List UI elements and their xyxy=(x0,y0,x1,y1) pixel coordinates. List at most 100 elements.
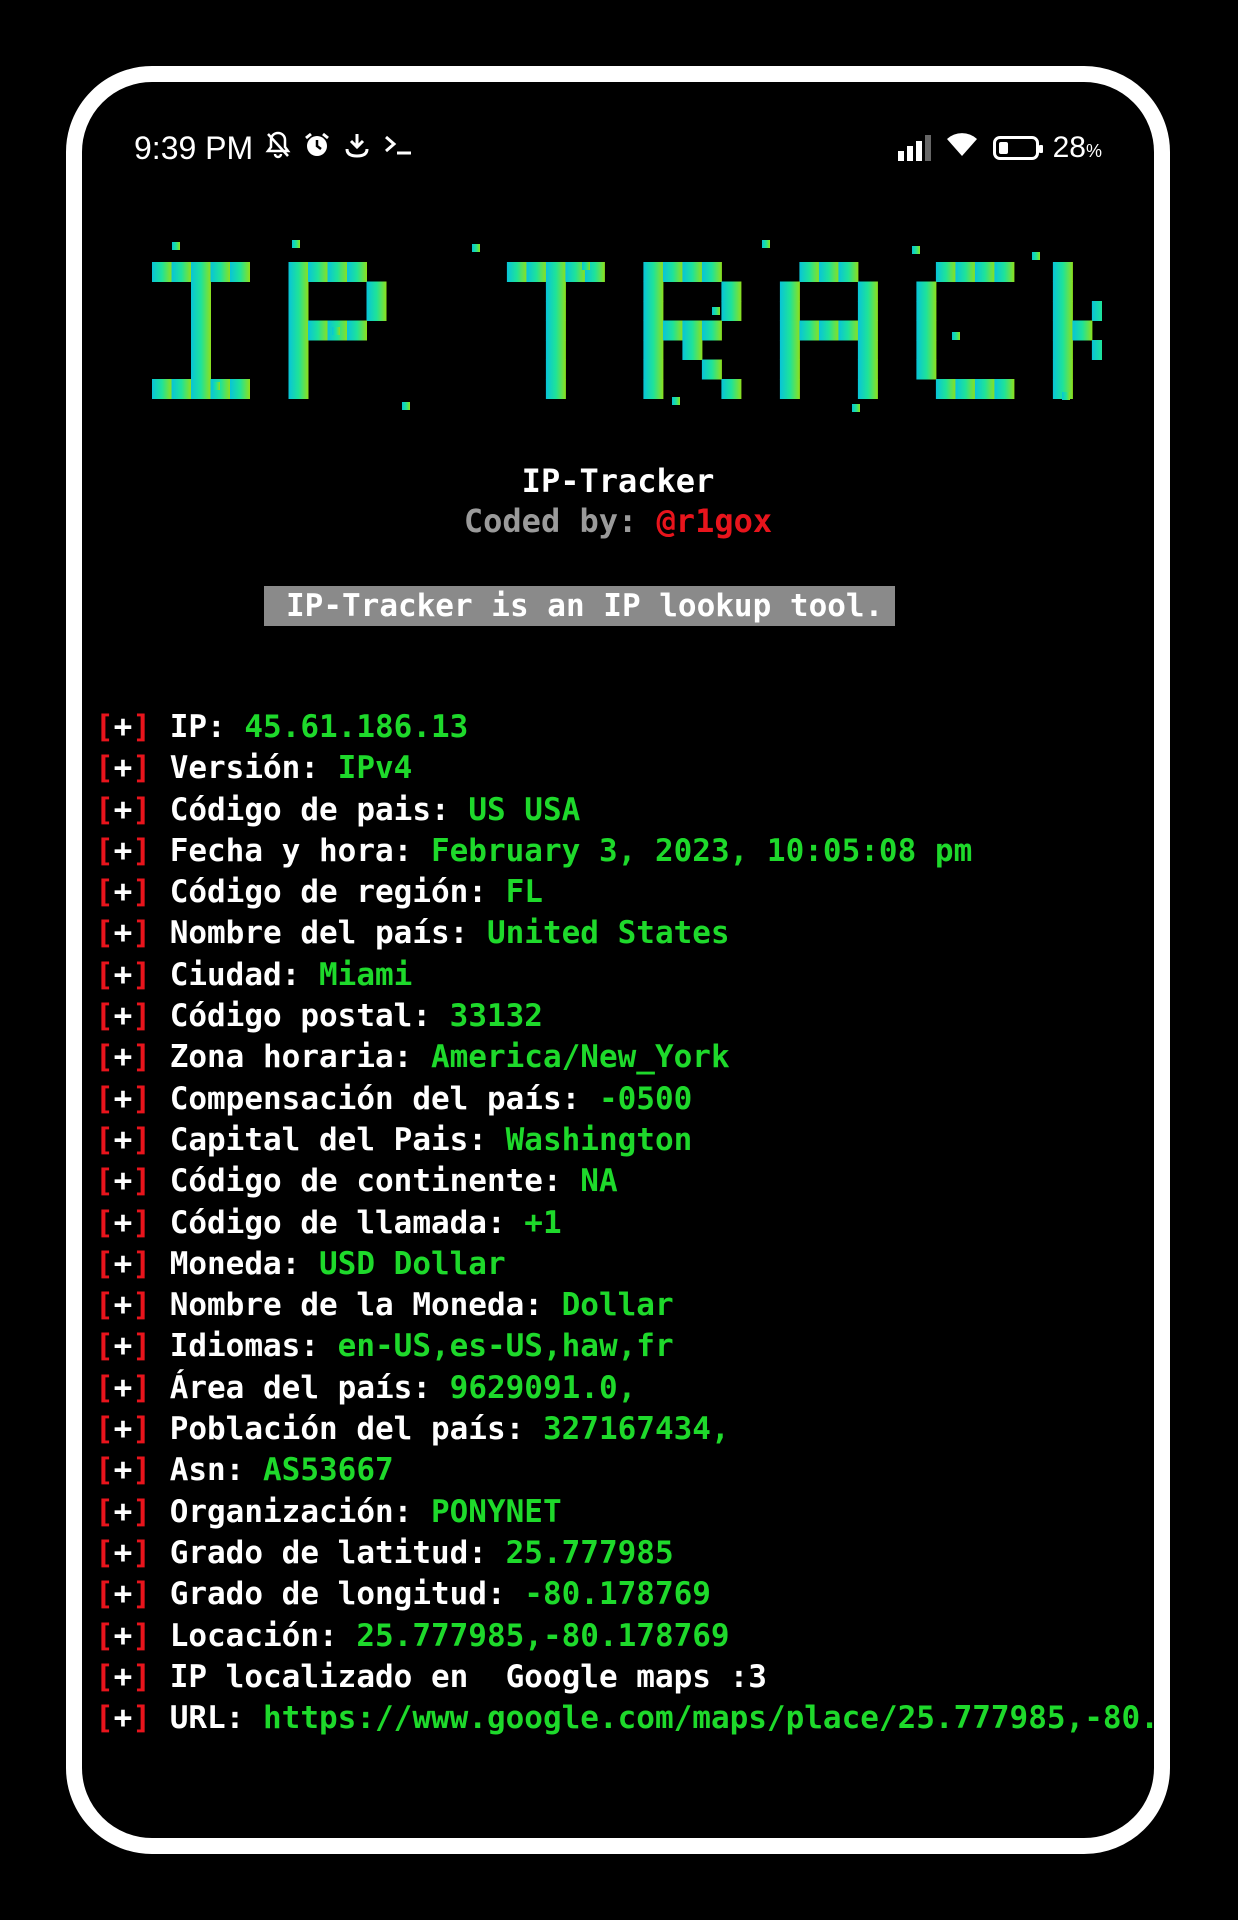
result-label: Nombre del país: xyxy=(169,915,487,952)
tagline: IP-Tracker is an IP lookup tool. xyxy=(264,586,896,626)
status-bar: 9:39 PM 28% xyxy=(82,118,1154,178)
lookup-results: [+] IP: 45.61.186.13 [+] Versión: IPv4 [+]… xyxy=(95,707,1154,1739)
credit-line: Coded by: @r1gox xyxy=(82,502,1154,540)
bullet-bracket-close: ] xyxy=(132,1493,152,1530)
bullet-bracket-open: [ xyxy=(95,998,114,1035)
result-line: [+] Código de continente: NA xyxy=(95,1161,1154,1202)
bullet-bracket-close: ] xyxy=(132,1245,152,1282)
signal-icon xyxy=(897,134,931,161)
bullet-bracket-open: [ xyxy=(95,1576,114,1613)
bullet-bracket-open: [ xyxy=(95,1204,114,1241)
bullet-bracket-open: [ xyxy=(95,874,114,911)
bullet-plus: + xyxy=(113,1534,133,1571)
logo-sparkle xyxy=(172,242,180,250)
result-label: Población del país: xyxy=(169,1411,543,1448)
bullet-bracket-open: [ xyxy=(95,915,114,952)
result-label: Código de llamada: xyxy=(169,1204,525,1241)
bullet-bracket-open: [ xyxy=(95,709,114,745)
bullet-bracket-close: ] xyxy=(132,1411,152,1448)
logo-sparkle xyxy=(762,240,770,248)
result-line: [+] Fecha y hora: February 3, 2023, 10:0… xyxy=(95,831,1154,872)
result-value: America/New_York xyxy=(430,1039,730,1076)
result-line: [+] Código de región: FL xyxy=(95,872,1154,913)
bullet-plus: + xyxy=(113,1328,133,1365)
alarm-icon xyxy=(303,131,331,166)
bullet-plus: + xyxy=(113,956,133,993)
bullet-plus: + xyxy=(113,1121,133,1158)
result-value: Washington xyxy=(505,1121,693,1158)
bullet-plus: + xyxy=(113,1163,133,1200)
result-value: FL xyxy=(505,874,543,911)
bullet-plus: + xyxy=(113,791,133,828)
result-line: [+] Código de llamada: +1 xyxy=(95,1203,1154,1244)
battery-icon xyxy=(992,135,1043,160)
logo-sparkle xyxy=(912,246,920,254)
bullet-bracket-close: ] xyxy=(132,874,152,911)
bullet-bracket-close: ] xyxy=(132,1039,152,1076)
bullet-bracket-open: [ xyxy=(95,1617,114,1654)
result-label: Área del país: xyxy=(169,1369,450,1406)
status-left: 9:39 PM xyxy=(134,130,413,167)
bullet-bracket-open: [ xyxy=(95,1658,114,1695)
result-line: [+] Grado de latitud: 25.777985 xyxy=(95,1533,1154,1574)
result-value: IPv4 xyxy=(337,750,413,787)
bullet-bracket-close: ] xyxy=(132,750,152,787)
logo-sparkle xyxy=(212,382,220,390)
bullet-plus: + xyxy=(113,1039,133,1076)
bullet-bracket-close: ] xyxy=(132,956,152,993)
bullet-bracket-open: [ xyxy=(95,750,114,787)
bullet-plus: + xyxy=(113,709,133,745)
app-title: IP-Tracker xyxy=(521,462,715,500)
bullet-bracket-close: ] xyxy=(132,791,152,828)
bullet-plus: + xyxy=(113,1700,133,1737)
result-label: IP localizado en Google maps :3 xyxy=(169,1658,767,1695)
bullet-bracket-open: [ xyxy=(95,1121,114,1158)
result-value: AS53667 xyxy=(263,1452,394,1489)
result-label: IP: xyxy=(169,709,245,745)
bullet-plus: + xyxy=(113,1452,133,1489)
bullet-bracket-open: [ xyxy=(95,1245,114,1282)
result-line: [+] Población del país: 327167434, xyxy=(95,1409,1154,1450)
result-label: Idiomas: xyxy=(169,1328,338,1365)
result-line: [+] Asn: AS53667 xyxy=(95,1450,1154,1491)
bullet-bracket-close: ] xyxy=(132,1369,152,1406)
bullet-plus: + xyxy=(113,1658,133,1695)
logo-sparkle xyxy=(582,262,590,270)
logo-pixels xyxy=(152,262,1102,399)
result-value: United States xyxy=(486,915,730,952)
result-label: URL: xyxy=(169,1700,264,1737)
logo-sparkle xyxy=(402,402,410,410)
result-line: [+] Grado de longitud: -80.178769 xyxy=(95,1574,1154,1615)
maps-url-link[interactable]: https://www.google.com/maps/place/25.777… xyxy=(263,1700,1154,1736)
result-value: +1 xyxy=(524,1204,562,1241)
credit-prefix: Coded by: xyxy=(463,502,657,540)
result-value: USD Dollar xyxy=(319,1245,506,1282)
bullet-plus: + xyxy=(113,1617,133,1654)
result-line: [+] Código postal: 33132 xyxy=(95,996,1154,1037)
bullet-bracket-close: ] xyxy=(132,1658,152,1695)
bullet-plus: + xyxy=(113,874,133,911)
result-line: [+] Zona horaria: America/New_York xyxy=(95,1037,1154,1078)
result-label: Ciudad: xyxy=(169,956,319,993)
ip-tracker-logo xyxy=(152,232,1102,412)
bullet-bracket-open: [ xyxy=(95,1700,114,1737)
bullet-plus: + xyxy=(113,750,133,787)
result-value: -0500 xyxy=(598,1080,693,1117)
logo-sparkle xyxy=(292,240,300,248)
bullet-bracket-close: ] xyxy=(132,1287,152,1324)
result-label: Código de región: xyxy=(169,874,506,911)
bullet-bracket-open: [ xyxy=(95,1534,114,1571)
logo-sparkle xyxy=(472,244,480,252)
logo-sparkle xyxy=(852,404,860,412)
result-value: -80.178769 xyxy=(524,1576,711,1613)
result-value: en-US,es-US,haw,fr xyxy=(337,1328,674,1365)
wifi-icon xyxy=(945,130,979,165)
result-label: Zona horaria: xyxy=(169,1039,431,1076)
result-label: Código de continente: xyxy=(169,1163,581,1200)
result-line: [+] IP localizado en Google maps :3 xyxy=(95,1657,1154,1698)
bullet-bracket-close: ] xyxy=(132,1204,152,1241)
bullet-bracket-close: ] xyxy=(132,832,152,869)
result-value: 33132 xyxy=(449,998,543,1035)
result-line: [+] IP: 45.61.186.13 xyxy=(95,707,1154,748)
logo-sparkle xyxy=(332,327,340,335)
